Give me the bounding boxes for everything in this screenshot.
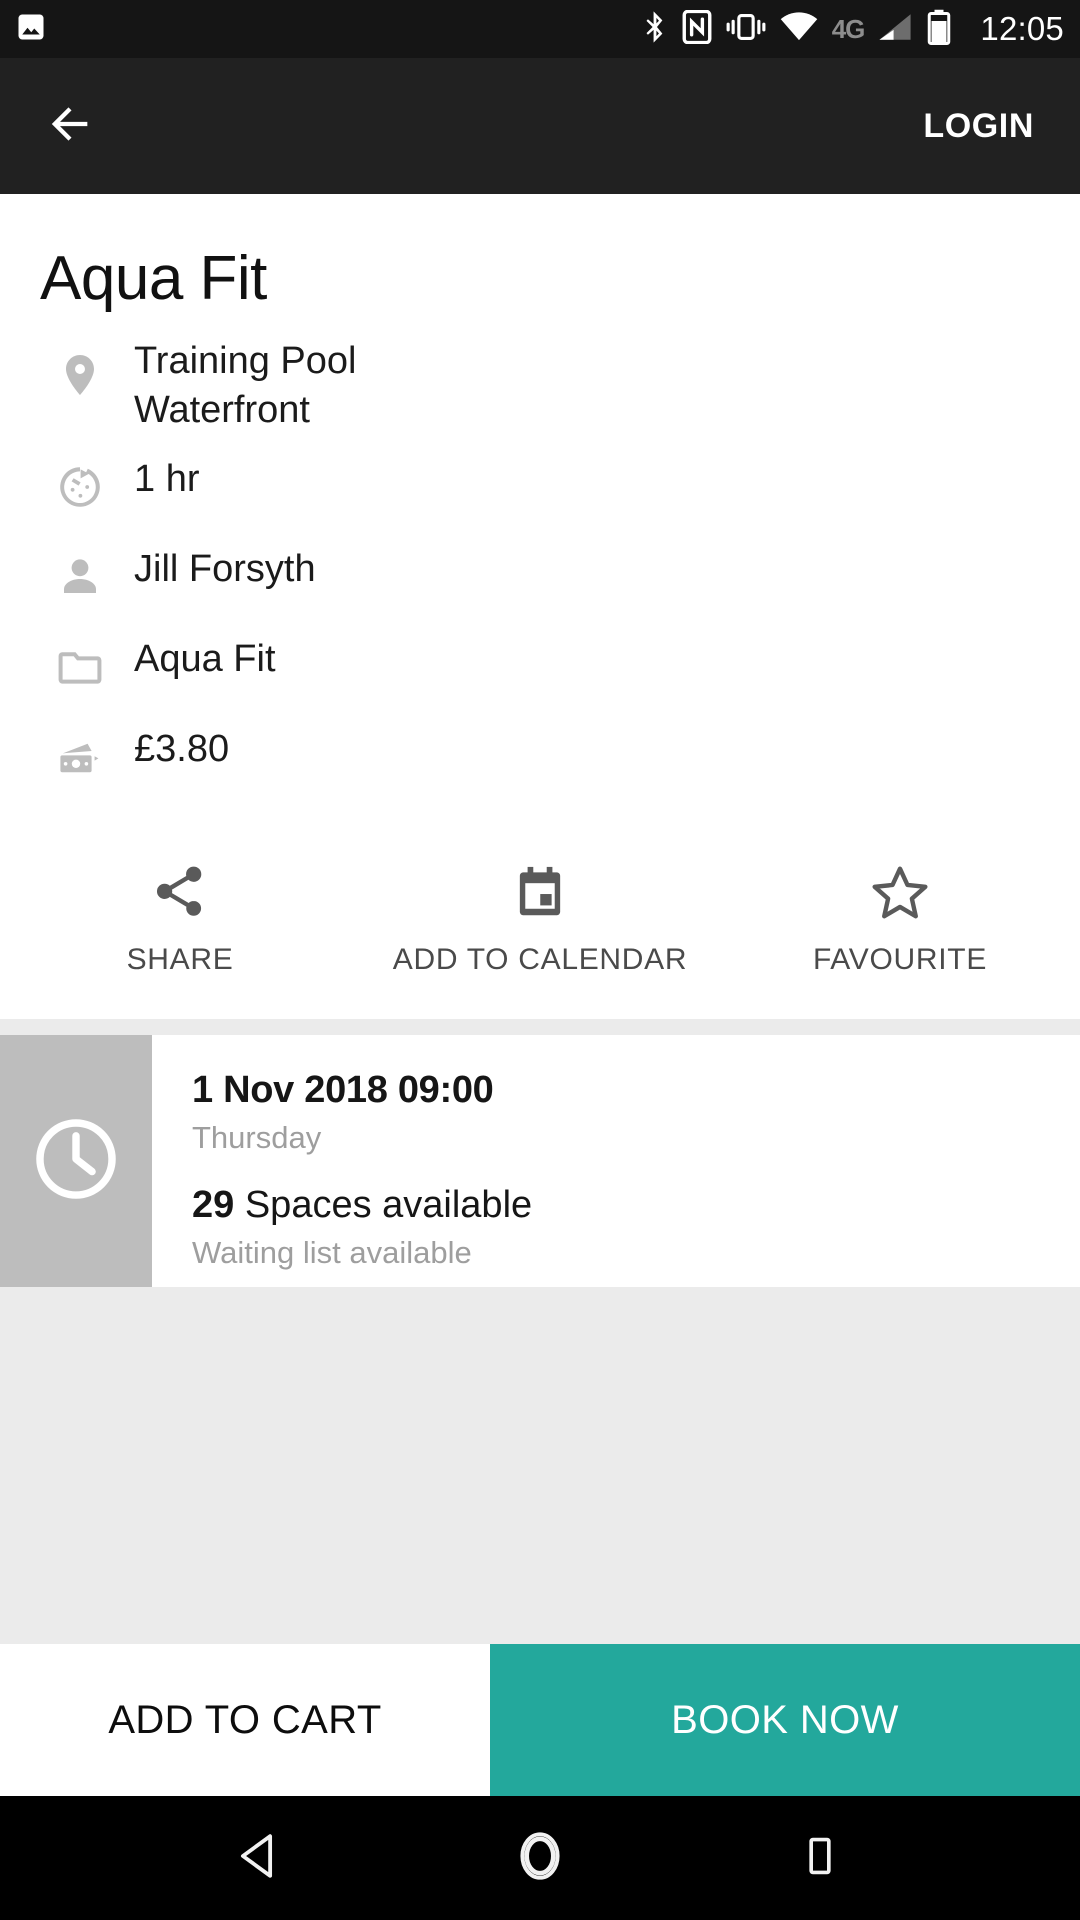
add-to-calendar-label: ADD TO CALENDAR (392, 943, 688, 977)
money-icon (46, 725, 114, 781)
nfc-icon (682, 9, 712, 49)
status-bar-icons: 4G 12:05 (642, 9, 1064, 50)
page-title: Aqua Fit (40, 244, 267, 313)
wifi-icon (780, 11, 818, 47)
session-spaces-count: 29 (192, 1184, 235, 1227)
nav-recents-button[interactable] (770, 1808, 870, 1908)
status-bar-notifications (16, 12, 46, 47)
vibrate-icon (726, 12, 766, 47)
location-pin-icon (46, 337, 114, 399)
session-list: 1 Nov 2018 09:00 Thursday 29 Spaces avai… (0, 1019, 1080, 1644)
book-now-button[interactable]: BOOK NOW (490, 1644, 1080, 1796)
detail-value-instructor: Jill Forsyth (134, 548, 316, 591)
session-weekday: Thursday (192, 1120, 322, 1156)
session-thumbnail (0, 1035, 152, 1288)
session-waiting-list: Waiting list available (192, 1235, 472, 1271)
bluetooth-icon (642, 10, 668, 49)
detail-value-category: Aqua Fit (134, 638, 276, 681)
clock-icon (29, 1112, 123, 1211)
session-card-body: 1 Nov 2018 09:00 Thursday 29 Spaces avai… (152, 1035, 1080, 1287)
activity-actions: SHARE ADD TO CALENDAR FAVOURITE (0, 815, 1080, 1019)
battery-icon (926, 9, 952, 50)
network-type-label: 4G (831, 13, 866, 44)
activity-detail-content: Aqua Fit Training Pool Waterfront 1 hr J… (0, 194, 1080, 1644)
share-label: SHARE (126, 943, 234, 977)
detail-value-duration: 1 hr (134, 458, 200, 501)
detail-value-price: £3.80 (134, 728, 230, 771)
add-to-calendar-action[interactable]: ADD TO CALENDAR (360, 857, 720, 977)
share-action[interactable]: SHARE (0, 857, 360, 977)
nav-home-button[interactable] (490, 1808, 590, 1908)
detail-row-duration: 1 hr (0, 455, 1080, 545)
back-button[interactable] (34, 90, 106, 162)
timer-icon (46, 455, 114, 511)
person-icon (46, 545, 114, 601)
arrow-left-icon (44, 98, 96, 155)
nav-back-button[interactable] (210, 1808, 310, 1908)
share-icon (149, 857, 211, 929)
calendar-icon (509, 857, 571, 929)
bottom-action-bar: ADD TO CART BOOK NOW (0, 1644, 1080, 1796)
detail-row-price: £3.80 (0, 725, 1080, 815)
image-icon (16, 12, 46, 47)
folder-icon (46, 635, 114, 691)
status-bar: 4G 12:05 (0, 0, 1080, 58)
session-list-divider (0, 1019, 1080, 1036)
cellular-signal-icon (878, 12, 912, 47)
status-bar-clock: 12:05 (980, 10, 1064, 47)
activity-details-list: Training Pool Waterfront 1 hr Jill Forsy… (0, 311, 1080, 815)
nav-recents-square-icon (797, 1833, 843, 1884)
detail-row-category: Aqua Fit (0, 635, 1080, 725)
add-to-cart-button[interactable]: ADD TO CART (0, 1644, 490, 1796)
detail-value-location: Training Pool Waterfront (134, 340, 357, 431)
favourite-label: FAVOURITE (812, 943, 988, 977)
android-navigation-bar (0, 1796, 1080, 1920)
detail-row-location: Training Pool Waterfront (0, 337, 1080, 455)
app-toolbar: LOGIN (0, 58, 1080, 194)
session-datetime: 1 Nov 2018 09:00 (192, 1069, 494, 1112)
session-list-empty-space (0, 1287, 1080, 1644)
star-icon (869, 857, 931, 929)
nav-back-triangle-icon (233, 1829, 287, 1888)
session-card[interactable]: 1 Nov 2018 09:00 Thursday 29 Spaces avai… (0, 1035, 1080, 1288)
detail-row-instructor: Jill Forsyth (0, 545, 1080, 635)
nav-home-circle-icon (511, 1827, 569, 1890)
login-button[interactable]: LOGIN (911, 93, 1046, 160)
session-spaces: 29 Spaces available (192, 1184, 1080, 1227)
favourite-action[interactable]: FAVOURITE (720, 857, 1080, 977)
phone-screen: 4G 12:05 LOGIN Aqua Fit Training Pool Wa… (0, 0, 1080, 1920)
session-spaces-label: Spaces available (234, 1184, 533, 1227)
